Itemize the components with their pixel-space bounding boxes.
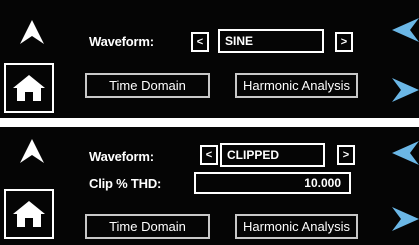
home-icon xyxy=(13,75,45,101)
time-domain-button[interactable]: Time Domain xyxy=(85,73,210,98)
harmonic-analysis-button[interactable]: Harmonic Analysis xyxy=(235,214,358,239)
up-arrow-icon[interactable] xyxy=(18,137,46,165)
waveform-value: CLIPPED xyxy=(220,143,325,167)
clip-thd-label: Clip % THD: xyxy=(89,176,162,191)
right-arrow-icon[interactable] xyxy=(392,207,419,231)
time-domain-button[interactable]: Time Domain xyxy=(85,214,210,239)
waveform-next-button[interactable]: > xyxy=(335,32,353,52)
waveform-next-button[interactable]: > xyxy=(337,145,355,165)
right-arrow-icon[interactable] xyxy=(392,78,419,102)
left-arrow-icon[interactable] xyxy=(392,141,419,165)
home-icon xyxy=(13,201,45,227)
waveform-panel-clipped: Waveform: < CLIPPED > Clip % THD: 10.000… xyxy=(0,127,419,245)
clip-thd-field[interactable]: 10.000 xyxy=(194,172,351,194)
waveform-label: Waveform: xyxy=(89,34,154,49)
up-arrow-icon[interactable] xyxy=(18,18,46,46)
home-button[interactable] xyxy=(4,189,54,239)
home-button[interactable] xyxy=(4,63,54,113)
waveform-panel-sine: Waveform: < SINE > Time Domain Harmonic … xyxy=(0,0,419,118)
waveform-prev-button[interactable]: < xyxy=(200,145,218,165)
waveform-label: Waveform: xyxy=(89,149,154,164)
left-arrow-icon[interactable] xyxy=(392,18,419,42)
waveform-value: SINE xyxy=(218,29,324,53)
harmonic-analysis-button[interactable]: Harmonic Analysis xyxy=(235,73,358,98)
waveform-prev-button[interactable]: < xyxy=(191,32,209,52)
